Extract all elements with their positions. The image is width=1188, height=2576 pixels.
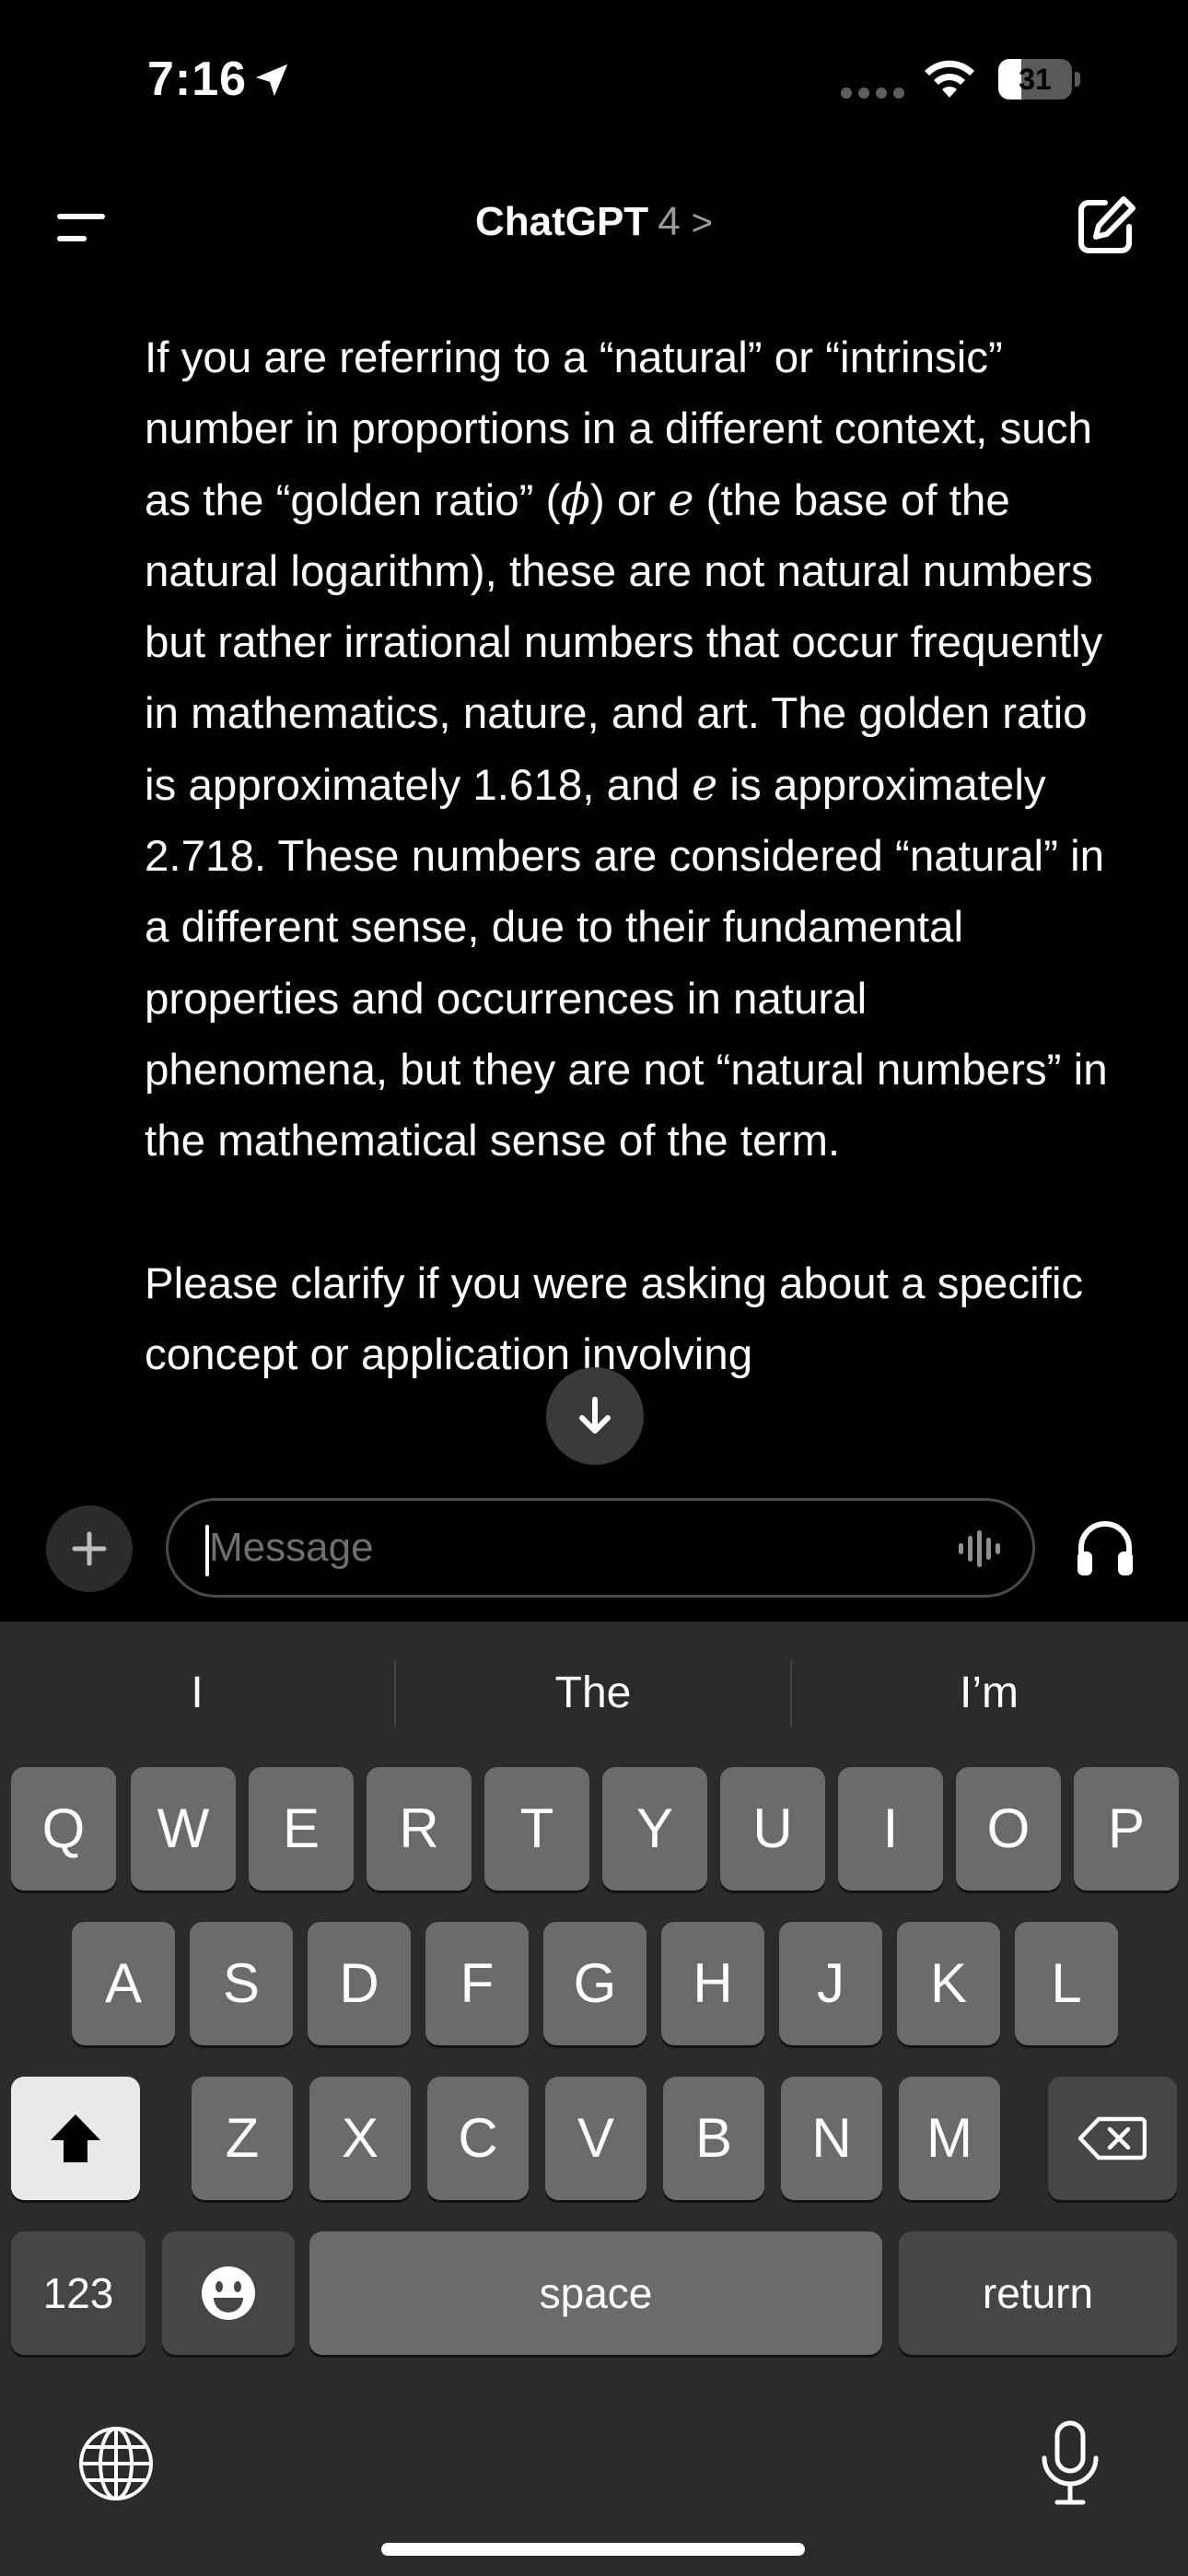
nav-bar: ChatGPT 4 >: [0, 157, 1188, 295]
key-l[interactable]: L: [1015, 1922, 1118, 2045]
space-key[interactable]: space: [309, 2231, 882, 2355]
suggestion-item[interactable]: I’m: [792, 1649, 1186, 1738]
key-z[interactable]: Z: [192, 2077, 293, 2200]
microphone-icon[interactable]: [1033, 2419, 1107, 2508]
key-x[interactable]: X: [309, 2077, 411, 2200]
suggestion-item[interactable]: The: [396, 1649, 790, 1738]
app-title: ChatGPT: [474, 199, 649, 244]
e-symbol: e: [692, 759, 718, 811]
status-time: 7:16: [147, 53, 248, 106]
key-m[interactable]: M: [899, 2077, 1000, 2200]
return-key[interactable]: return: [899, 2231, 1177, 2355]
location-arrow-icon: [255, 64, 288, 97]
key-s[interactable]: S: [190, 1922, 293, 2045]
predictive-bar: I The I’m: [0, 1649, 1188, 1738]
key-d[interactable]: D: [308, 1922, 411, 2045]
numbers-key[interactable]: 123: [11, 2231, 146, 2355]
phi-symbol: ϕ: [560, 474, 590, 526]
key-n[interactable]: N: [781, 2077, 882, 2200]
key-r[interactable]: R: [367, 1767, 472, 1891]
key-v[interactable]: V: [545, 2077, 646, 2200]
battery-level: 31: [1019, 63, 1052, 96]
key-g[interactable]: G: [543, 1922, 646, 2045]
key-p[interactable]: P: [1074, 1767, 1179, 1891]
key-y[interactable]: Y: [602, 1767, 707, 1891]
cellular-dots-icon: [841, 88, 904, 99]
key-w[interactable]: W: [131, 1767, 236, 1891]
suggestion-item[interactable]: I: [0, 1649, 394, 1738]
key-b[interactable]: B: [663, 2077, 764, 2200]
key-j[interactable]: J: [779, 1922, 882, 2045]
key-a[interactable]: A: [72, 1922, 175, 2045]
shift-icon: [51, 2114, 100, 2162]
globe-icon[interactable]: [77, 2425, 155, 2502]
model-selector[interactable]: ChatGPT 4 >: [0, 199, 1188, 245]
scroll-down-button[interactable]: [546, 1367, 644, 1465]
key-o[interactable]: O: [956, 1767, 1061, 1891]
emoji-icon: [202, 2266, 255, 2320]
status-bar: 7:16 31: [0, 0, 1188, 157]
e-symbol: e: [668, 474, 694, 526]
key-c[interactable]: C: [427, 2077, 529, 2200]
message-paragraph: Please clarify if you were asking about …: [145, 1259, 1084, 1379]
key-h[interactable]: H: [661, 1922, 764, 2045]
model-version: 4: [658, 199, 681, 244]
headphones-icon[interactable]: [1072, 1515, 1138, 1581]
message-placeholder: Message: [209, 1525, 374, 1570]
key-i[interactable]: I: [838, 1767, 943, 1891]
new-chat-edit-icon[interactable]: [1074, 193, 1138, 258]
message-input[interactable]: Message: [166, 1498, 1035, 1598]
delete-key[interactable]: [1048, 2077, 1177, 2200]
key-t[interactable]: T: [484, 1767, 589, 1891]
key-f[interactable]: F: [425, 1922, 529, 2045]
shift-key[interactable]: [11, 2077, 140, 2200]
chevron-right-icon: >: [691, 203, 714, 243]
home-indicator: [381, 2543, 805, 2556]
plus-icon: [72, 1531, 107, 1566]
voice-waveform-icon[interactable]: [957, 1530, 1005, 1567]
key-q[interactable]: Q: [11, 1767, 116, 1891]
scroll-down-arrow-icon: [579, 1397, 611, 1434]
wifi-icon: [925, 60, 974, 98]
delete-icon: [1078, 2116, 1147, 2160]
battery-icon: 31: [998, 59, 1081, 100]
attach-button[interactable]: [46, 1505, 133, 1592]
emoji-key[interactable]: [162, 2231, 295, 2355]
key-e[interactable]: E: [249, 1767, 354, 1891]
assistant-message: If you are referring to a “natural” or “…: [145, 322, 1121, 1390]
key-k[interactable]: K: [897, 1922, 1000, 2045]
message-paragraph: If you are referring to a “natural” or “…: [145, 334, 1108, 1166]
key-u[interactable]: U: [720, 1767, 825, 1891]
